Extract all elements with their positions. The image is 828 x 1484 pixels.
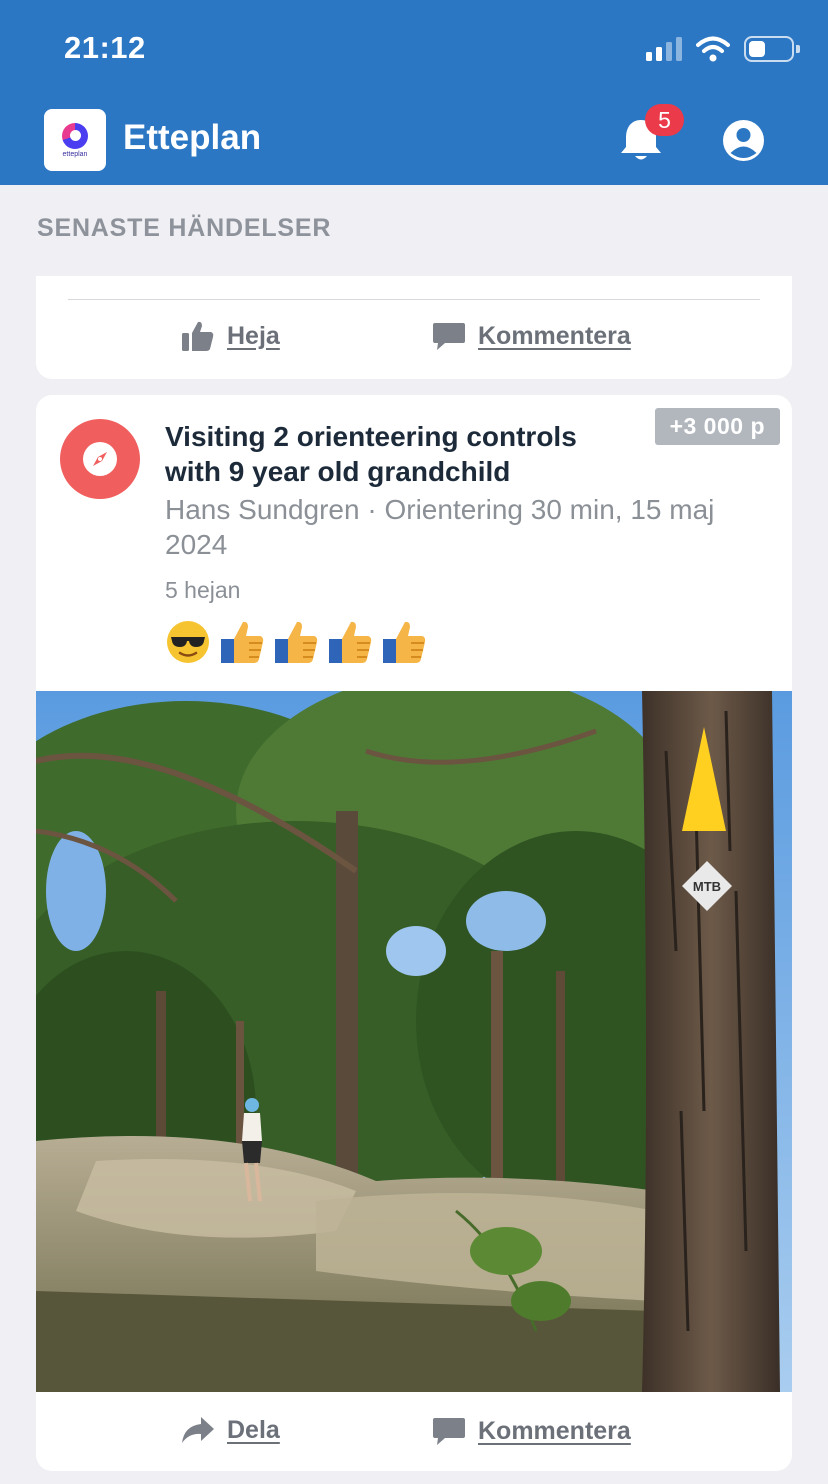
activity-type-badge: [60, 419, 140, 499]
logo-wordmark: etteplan: [62, 150, 88, 158]
notification-badge: 5: [645, 104, 684, 136]
battery-icon: [744, 36, 800, 62]
feed-card-activity[interactable]: +3 000 p Visiting 2 orienteering control…: [36, 395, 792, 1471]
thumbs-up-icon: [182, 321, 214, 351]
sunglasses-emoji-icon: [167, 621, 209, 663]
share-label: Dela: [227, 1415, 280, 1444]
mtb-sign-text: MTB: [693, 879, 721, 894]
post-actions: Dela Kommentera: [36, 1415, 792, 1455]
app-title: Etteplan: [123, 118, 262, 157]
reaction-list[interactable]: [165, 619, 427, 665]
comment-label: Kommentera: [478, 1416, 631, 1445]
activity-photo[interactable]: MTB: [36, 691, 792, 1392]
status-icons: [646, 36, 800, 62]
comment-button[interactable]: Kommentera: [432, 320, 631, 352]
comment-label: Kommentera: [478, 321, 631, 350]
cheer-button[interactable]: Heja: [181, 320, 280, 352]
etteplan-logo-mark: [62, 122, 88, 149]
post-title[interactable]: Visiting 2 orienteering controls with 9 …: [165, 419, 635, 489]
thumbs-up-emoji-icon: [275, 621, 318, 663]
wifi-icon: [696, 36, 730, 62]
points-badge: +3 000 p: [654, 408, 780, 445]
cheer-count[interactable]: 5 hejan: [165, 577, 240, 604]
cellular-signal-icon: [646, 37, 682, 61]
app-logo[interactable]: etteplan: [44, 109, 106, 171]
meta-separator: ·: [367, 494, 377, 525]
profile-icon[interactable]: [723, 120, 764, 161]
post-author[interactable]: Hans Sundgren: [165, 494, 360, 525]
thumbs-up-emoji-icon: [329, 621, 372, 663]
comment-icon: [433, 1418, 465, 1445]
comment-button[interactable]: Kommentera: [432, 1415, 631, 1447]
post-meta: Hans Sundgren · Orientering 30 min, 15 m…: [165, 492, 755, 562]
share-arrow-icon: [182, 1417, 214, 1443]
thumbs-up-emoji-icon: [383, 621, 426, 663]
comment-icon: [433, 323, 465, 350]
cheer-label: Heja: [227, 321, 280, 350]
share-button[interactable]: Dela: [181, 1415, 280, 1445]
app-header: 21:12 etteplan Etteplan 5: [0, 0, 828, 185]
feed-card-previous: Heja Kommentera: [36, 276, 792, 379]
divider: [68, 299, 760, 300]
section-title: SENASTE HÄNDELSER: [37, 214, 332, 242]
thumbs-up-emoji-icon: [221, 621, 264, 663]
status-time: 21:12: [64, 30, 146, 65]
compass-icon: [83, 442, 117, 476]
